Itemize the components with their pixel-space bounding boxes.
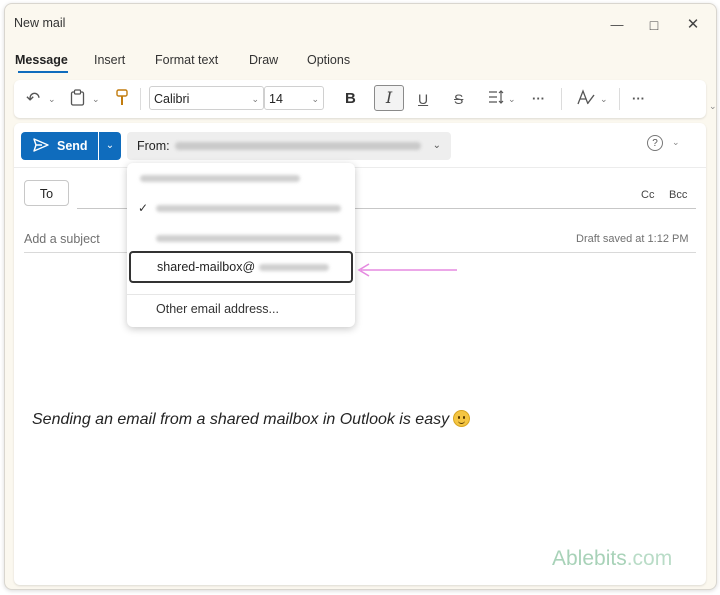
send-button[interactable]: Send bbox=[21, 132, 98, 160]
send-options-chevron-down-icon[interactable]: ⌄ bbox=[99, 132, 121, 160]
tab-format-text[interactable]: Format text bbox=[155, 53, 218, 67]
line-spacing-chevron-down-icon[interactable]: ⌄ bbox=[508, 89, 516, 109]
more-options-icon[interactable]: ··· bbox=[532, 89, 545, 109]
tab-draw[interactable]: Draw bbox=[249, 53, 278, 67]
account-redacted bbox=[156, 235, 341, 242]
account-redacted bbox=[140, 175, 300, 182]
to-button[interactable]: To bbox=[24, 180, 69, 206]
ribbon-tabs: Message Insert Format text Draw Options bbox=[5, 48, 716, 76]
body-text: Sending an email from a shared mailbox i… bbox=[32, 411, 450, 428]
window-title: New mail bbox=[14, 16, 66, 30]
ribbon-divider bbox=[561, 88, 562, 110]
send-label: Send bbox=[57, 139, 88, 153]
chevron-down-icon: ⌄ bbox=[311, 94, 319, 104]
from-label: From: bbox=[137, 139, 170, 153]
subject-input[interactable]: Add a subject bbox=[24, 232, 100, 246]
help-icon[interactable]: ? bbox=[647, 135, 663, 151]
cc-button[interactable]: Cc bbox=[641, 189, 654, 201]
title-bar: New mail — □ ✕ bbox=[5, 4, 716, 44]
ribbon-divider bbox=[619, 88, 620, 110]
bold-icon[interactable]: B bbox=[345, 89, 356, 109]
subject-underline bbox=[24, 252, 696, 253]
header-divider bbox=[14, 167, 706, 168]
clipboard-icon[interactable] bbox=[70, 89, 85, 109]
shared-mailbox-label: shared-mailbox@ bbox=[157, 260, 256, 274]
checkmark-icon: ✓ bbox=[138, 201, 149, 215]
font-size-select[interactable]: 14 ⌄ bbox=[264, 86, 324, 110]
dropdown-account-1[interactable] bbox=[127, 163, 355, 193]
chevron-down-icon: ⌄ bbox=[432, 140, 441, 151]
italic-icon[interactable]: I bbox=[374, 85, 404, 111]
editor-chevron-down-icon[interactable]: ⌄ bbox=[600, 89, 608, 109]
font-name-select[interactable]: Calibri ⌄ bbox=[149, 86, 264, 110]
dropdown-shared-mailbox[interactable]: shared-mailbox@ bbox=[129, 251, 353, 283]
tab-insert[interactable]: Insert bbox=[94, 53, 125, 67]
font-name-value: Calibri bbox=[154, 92, 190, 106]
more-commands-icon[interactable]: ··· bbox=[632, 89, 645, 109]
dropdown-divider bbox=[127, 294, 355, 295]
expand-ribbon-chevron-down-icon[interactable]: ⌄ bbox=[709, 101, 716, 112]
chevron-down-icon[interactable]: ⌄ bbox=[672, 137, 680, 148]
dropdown-other-email-address[interactable]: Other email address... bbox=[156, 302, 279, 316]
undo-icon[interactable]: ↶ bbox=[26, 89, 40, 109]
brand-name: Ablebits bbox=[552, 547, 627, 570]
maximize-icon[interactable]: □ bbox=[643, 14, 665, 36]
send-icon bbox=[33, 138, 49, 155]
shared-mailbox-domain-redacted bbox=[259, 264, 329, 271]
account-redacted bbox=[156, 205, 341, 212]
from-account-redacted bbox=[175, 142, 421, 150]
ablebits-logo: Ablebits.com bbox=[552, 547, 672, 571]
minimize-icon[interactable]: — bbox=[606, 14, 628, 36]
dropdown-account-3[interactable] bbox=[127, 223, 355, 253]
chevron-down-icon: ⌄ bbox=[251, 94, 259, 104]
underline-icon[interactable]: U bbox=[418, 89, 428, 109]
message-body[interactable]: Sending an email from a shared mailbox i… bbox=[32, 410, 471, 429]
active-tab-indicator bbox=[18, 71, 68, 73]
new-mail-window: New mail — □ ✕ Message Insert Format tex… bbox=[4, 3, 717, 590]
from-account-dropdown: ✓ shared-mailbox@ Other email address... bbox=[127, 163, 355, 327]
editor-icon[interactable] bbox=[576, 89, 596, 109]
ribbon-toolbar: ↶ ⌄ ⌄ Calibri ⌄ 14 ⌄ B I U S ⌄ ··· ⌄ ··· bbox=[14, 80, 706, 118]
undo-chevron-down-icon[interactable]: ⌄ bbox=[48, 89, 56, 109]
ribbon-divider bbox=[140, 88, 141, 110]
tab-options[interactable]: Options bbox=[307, 53, 350, 67]
smile-emoji-icon bbox=[453, 410, 471, 427]
bcc-button[interactable]: Bcc bbox=[669, 189, 687, 201]
strikethrough-icon[interactable]: S bbox=[454, 89, 463, 109]
compose-pane: Send ⌄ From: ⌄ ? ⌄ To Cc Bcc Add a subje… bbox=[14, 123, 706, 585]
dropdown-account-2[interactable]: ✓ bbox=[127, 193, 355, 223]
format-painter-icon[interactable] bbox=[115, 89, 129, 109]
draft-status: Draft saved at 1:12 PM bbox=[576, 233, 689, 245]
clipboard-chevron-down-icon[interactable]: ⌄ bbox=[92, 89, 100, 109]
close-icon[interactable]: ✕ bbox=[682, 14, 704, 36]
tab-message[interactable]: Message bbox=[15, 53, 68, 67]
font-size-value: 14 bbox=[269, 92, 283, 106]
pointer-arrow-icon bbox=[357, 263, 457, 277]
from-account-button[interactable]: From: ⌄ bbox=[127, 132, 451, 160]
line-spacing-icon[interactable] bbox=[488, 89, 504, 109]
brand-domain: .com bbox=[626, 547, 673, 570]
